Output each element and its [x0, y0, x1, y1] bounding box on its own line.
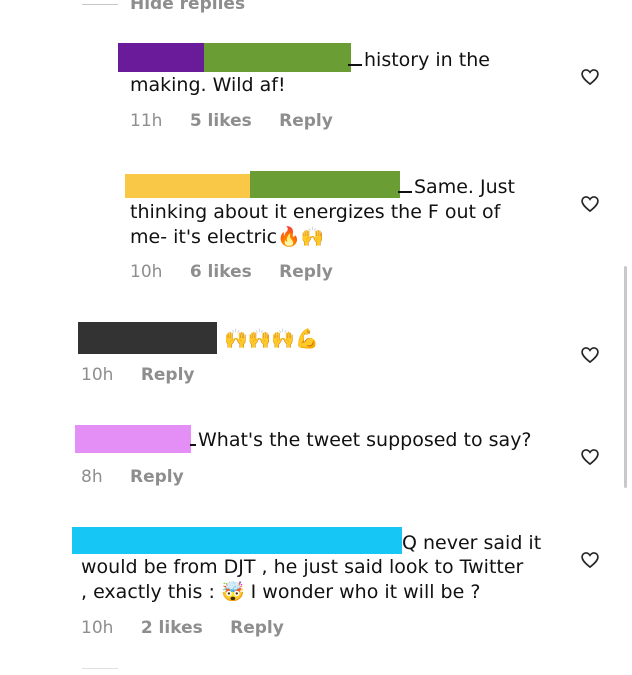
heart-outline-icon[interactable]	[580, 345, 600, 365]
comment-text: making. Wild af!	[130, 74, 286, 96]
comment-time: 10h	[81, 618, 114, 638]
heart-outline-icon[interactable]	[580, 447, 600, 467]
heart-outline-icon[interactable]	[580, 67, 600, 87]
comment-time: 11h	[130, 111, 163, 131]
mention-underscore	[190, 444, 196, 446]
likes-count[interactable]: 6 likes	[190, 262, 252, 282]
mention-underscore	[398, 191, 412, 193]
comment-text: Same. Just	[414, 176, 515, 198]
redacted-username	[78, 322, 217, 354]
scrollbar[interactable]	[624, 266, 627, 488]
likes-count[interactable]: 2 likes	[141, 618, 203, 638]
reply-button[interactable]: Reply	[230, 618, 284, 638]
exploding-head-emoji-icon: 🤯	[220, 581, 245, 603]
redacted-mention	[250, 171, 400, 198]
replies-divider	[82, 668, 118, 669]
comment-text: Q never said it	[402, 532, 542, 554]
redacted-username	[72, 527, 402, 554]
comment-text: , exactly this :	[81, 581, 215, 603]
clap-muscle-emoji-icon: 🙌🙌🙌💪	[224, 328, 319, 350]
comment-text: me- it's electric	[130, 226, 278, 248]
mention-underscore	[348, 64, 362, 66]
replies-divider	[82, 4, 118, 5]
likes-count[interactable]: 5 likes	[190, 111, 252, 131]
comment-text: would be from DJT , he just said look to…	[81, 556, 524, 578]
reply-button[interactable]: Reply	[130, 467, 184, 487]
reply-button[interactable]: Reply	[279, 262, 333, 282]
comment-text: What's the tweet supposed to say?	[198, 429, 532, 451]
comment-time: 10h	[130, 262, 163, 282]
comment-text: thinking about it energizes the F out of	[130, 201, 501, 223]
fire-clap-emoji-icon: 🔥🙌	[277, 226, 325, 248]
comment-text: history in the	[364, 49, 490, 71]
comment-text: I wonder who it will be ?	[250, 581, 481, 603]
comment-time: 10h	[81, 365, 114, 385]
redacted-username	[118, 43, 204, 72]
redacted-username	[75, 425, 191, 453]
redacted-mention	[204, 43, 351, 72]
reply-button[interactable]: Reply	[279, 111, 333, 131]
heart-outline-icon[interactable]	[580, 194, 600, 214]
hide-replies-link[interactable]: Hide replies	[130, 0, 245, 14]
reply-button[interactable]: Reply	[141, 365, 195, 385]
comment-time: 8h	[81, 467, 103, 487]
heart-outline-icon[interactable]	[580, 550, 600, 570]
redacted-username	[125, 174, 250, 198]
